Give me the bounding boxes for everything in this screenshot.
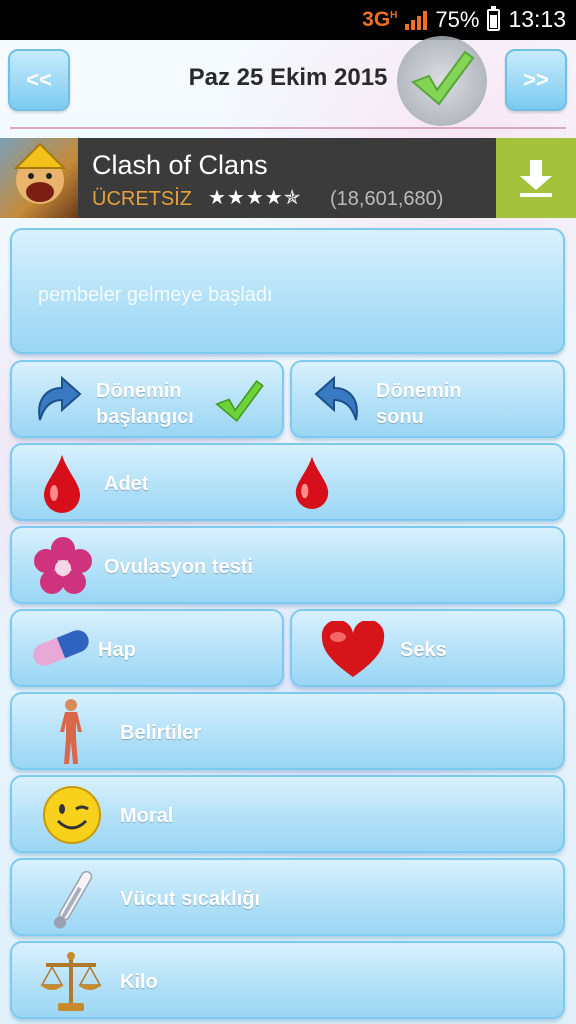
scale-icon (40, 952, 102, 1011)
ovulation-test-button[interactable]: Ovulasyon testi (10, 526, 565, 604)
flower-icon (34, 537, 92, 594)
arrow-forward-icon (38, 375, 82, 421)
temperature-label: Vücut sıcaklığı (120, 888, 261, 910)
sex-label: Seks (400, 639, 447, 661)
menstruation-label: Adet (104, 473, 149, 495)
next-day-button[interactable]: >> (505, 49, 567, 111)
header-divider (10, 127, 566, 129)
pill-label: Hap (98, 639, 136, 661)
note-field[interactable]: pembeler gelmeye başladı (10, 228, 565, 354)
check-icon (411, 50, 475, 106)
period-end-label-2: sonu (376, 406, 424, 428)
menstruation-button[interactable]: Adet (10, 443, 565, 521)
period-start-button[interactable]: Dönemin başlangıcı (10, 360, 284, 438)
ovulation-test-label: Ovulasyon testi (104, 556, 253, 578)
status-bar: 3GH 75% 13:13 (0, 0, 576, 40)
mood-button[interactable]: Moral (10, 775, 565, 853)
battery-icon (487, 5, 501, 31)
symptoms-label: Belirtiler (120, 722, 202, 744)
wink-smiley-icon (43, 786, 101, 844)
note-text: pembeler gelmeye başladı (38, 284, 273, 306)
pill-button[interactable]: Hap (10, 609, 284, 687)
app-icon (0, 138, 78, 218)
save-check-button[interactable] (397, 36, 487, 126)
signal-icon (405, 10, 428, 30)
download-button[interactable] (496, 138, 576, 218)
pill-icon (33, 630, 89, 666)
clock: 13:13 (508, 6, 566, 32)
blood-drop-icon (295, 456, 329, 509)
period-end-button[interactable]: Dönemin sonu (290, 360, 565, 438)
symptoms-button[interactable]: Belirtiler (10, 692, 565, 770)
weight-label: Kilo (120, 971, 158, 993)
thermometer-icon (54, 870, 93, 929)
blood-drop-icon (44, 455, 80, 513)
period-start-label-2: başlangıcı (96, 406, 194, 428)
ad-price: ÜCRETSİZ (92, 188, 192, 210)
rating-count: (18,601,680) (330, 188, 444, 210)
period-end-label-1: Dönemin (376, 380, 462, 402)
body-icon (60, 699, 82, 764)
download-icon (520, 160, 552, 197)
ad-title: Clash of Clans (92, 150, 268, 180)
date-title: Paz 25 Ekim 2015 (188, 64, 388, 91)
period-start-label-1: Dönemin (96, 380, 182, 402)
rating-stars: ★★★★✯ (208, 187, 302, 209)
sex-button[interactable]: Seks (290, 609, 565, 687)
temperature-button[interactable]: Vücut sıcaklığı (10, 858, 565, 936)
arrow-back-icon (314, 375, 358, 421)
heart-icon (321, 621, 385, 677)
ad-banner[interactable]: Clash of Clans ÜCRETSİZ ★★★★✯ (18,601,68… (0, 138, 576, 218)
network-indicator: 3GH (362, 7, 398, 31)
battery-percent: 75% (435, 6, 480, 32)
check-icon (215, 379, 264, 423)
weight-button[interactable]: Kilo (10, 941, 565, 1019)
mood-label: Moral (120, 805, 174, 827)
